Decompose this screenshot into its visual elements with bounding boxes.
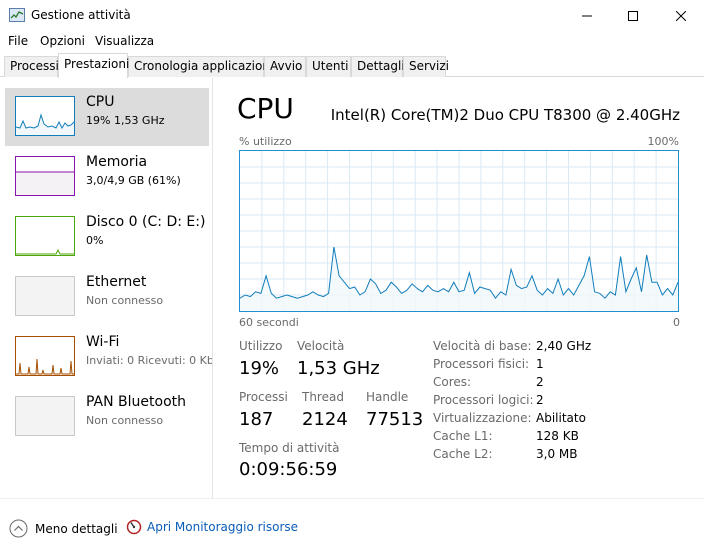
task-manager-icon [9, 8, 25, 22]
tab-avvio[interactable]: Avvio [264, 56, 306, 77]
stat-handle-label: Handle [366, 390, 409, 404]
ethernet-thumbnail-graph [15, 276, 75, 316]
tab-dettagli[interactable]: Dettagli [351, 56, 405, 77]
stat-uptime-label: Tempo di attività [239, 441, 340, 455]
info-label: Processori fisici: [433, 357, 530, 371]
cpu-usage-graph-svg [240, 151, 678, 311]
info-value: 1 [536, 357, 544, 371]
info-label: Cache L2: [433, 447, 493, 461]
tab-processi[interactable]: Processi [4, 56, 59, 77]
menu-file[interactable]: File [8, 34, 28, 48]
less-details-button[interactable]: Meno dettagli [9, 519, 118, 538]
tab-cronologia-applicazioni[interactable]: Cronologia applicazioni [128, 56, 273, 77]
sidebar-item-label: Wi-Fi [86, 334, 120, 350]
sidebar-item-memoria[interactable]: Memoria 3,0/4,9 GB (61%) [5, 148, 209, 206]
graph-y-label: % utilizzo [239, 135, 292, 148]
tab-prestazioni[interactable]: Prestazioni [58, 53, 129, 78]
info-label: Cache L1: [433, 429, 493, 443]
sidebar-item-label: PAN Bluetooth [86, 394, 187, 410]
resource-sidebar: CPU 19% 1,53 GHz Memoria 3,0/4,9 GB (61%… [0, 78, 213, 498]
window-title: Gestione attività [31, 8, 131, 22]
maximize-button[interactable] [610, 0, 656, 31]
sidebar-item-value: 3,0/4,9 GB (61%) [86, 174, 181, 187]
sidebar-item-label: Ethernet [86, 274, 147, 290]
title-bar: Gestione attività [0, 0, 704, 31]
stat-uptime-value: 0:09:56:59 [239, 459, 338, 480]
sidebar-item-value: 19% 1,53 GHz [86, 114, 165, 127]
sidebar-item-value: 0% [86, 234, 104, 247]
resource-monitor-icon [126, 519, 142, 535]
open-resource-monitor-label: Apri Monitoraggio risorse [147, 520, 299, 534]
stat-thread-label: Thread [302, 390, 344, 404]
sidebar-item-disco[interactable]: Disco 0 (C: D: E:) 0% [5, 208, 209, 266]
stat-velocita-label: Velocità [297, 339, 345, 353]
info-value: 2 [536, 393, 544, 407]
less-details-label: Meno dettagli [35, 521, 118, 536]
cpu-model: Intel(R) Core(TM)2 Duo CPU T8300 @ 2.40G… [330, 106, 680, 124]
sidebar-item-value: Non connesso [86, 414, 164, 427]
tab-servizi[interactable]: Servizi [403, 56, 449, 77]
bluetooth-thumbnail-graph [15, 396, 75, 436]
sidebar-item-value: Inviati: 0 Ricevuti: 0 Kbps [86, 354, 212, 367]
sidebar-item-value: Non connesso [86, 294, 164, 307]
stat-thread-value: 2124 [302, 409, 348, 430]
menu-opzioni[interactable]: Opzioni [40, 34, 85, 48]
open-resource-monitor-link[interactable]: Apri Monitoraggio risorse [126, 519, 298, 535]
stat-utilizzo-value: 19% [239, 358, 280, 379]
info-value: Abilitato [536, 411, 586, 425]
tab-utenti[interactable]: Utenti [306, 56, 351, 77]
graph-y-max-label: 100% [647, 135, 679, 148]
sidebar-item-label: Memoria [86, 154, 148, 170]
sidebar-item-pan-bluetooth[interactable]: PAN Bluetooth Non connesso [5, 388, 209, 446]
cpu-thumbnail-graph [15, 96, 75, 136]
stat-velocita-value: 1,53 GHz [297, 358, 380, 379]
tab-bar: Processi Prestazioni Cronologia applicaz… [0, 53, 704, 78]
info-label: Virtualizzazione: [433, 411, 532, 425]
footer-bar: Meno dettagli Apri Monitoraggio risorse [0, 498, 704, 552]
sidebar-item-wifi[interactable]: Wi-Fi Inviati: 0 Ricevuti: 0 Kbps [5, 328, 212, 386]
stat-processi-label: Processi [239, 390, 288, 404]
info-value: 2 [536, 375, 544, 389]
wifi-thumbnail-graph [15, 336, 75, 376]
info-value: 3,0 MB [536, 447, 578, 461]
disk-thumbnail-graph [15, 216, 75, 256]
memory-thumbnail-graph [15, 156, 75, 196]
close-button[interactable] [658, 0, 704, 31]
info-label: Velocità di base: [433, 339, 532, 353]
menu-visualizza[interactable]: Visualizza [95, 34, 154, 48]
cpu-usage-graph [239, 150, 679, 312]
menu-bar: File Opzioni Visualizza [0, 31, 704, 51]
stat-handle-value: 77513 [366, 409, 424, 430]
sidebar-item-cpu[interactable]: CPU 19% 1,53 GHz [5, 88, 209, 146]
stat-utilizzo-label: Utilizzo [239, 339, 283, 353]
stat-processi-value: 187 [239, 409, 274, 430]
info-label: Processori logici: [433, 393, 534, 407]
info-value: 128 KB [536, 429, 579, 443]
sidebar-item-label: Disco 0 (C: D: E:) [86, 214, 206, 230]
sidebar-item-ethernet[interactable]: Ethernet Non connesso [5, 268, 209, 326]
page-title: CPU [237, 92, 294, 125]
cpu-detail-panel: CPU Intel(R) Core(TM)2 Duo CPU T8300 @ 2… [213, 78, 704, 498]
minimize-button[interactable] [564, 0, 610, 31]
info-label: Cores: [433, 375, 472, 389]
sidebar-item-label: CPU [86, 94, 115, 110]
graph-x-label: 60 secondi [239, 316, 299, 329]
info-value: 2,40 GHz [536, 339, 592, 353]
graph-x-end-label: 0 [673, 316, 680, 329]
chevron-up-icon [9, 519, 28, 538]
